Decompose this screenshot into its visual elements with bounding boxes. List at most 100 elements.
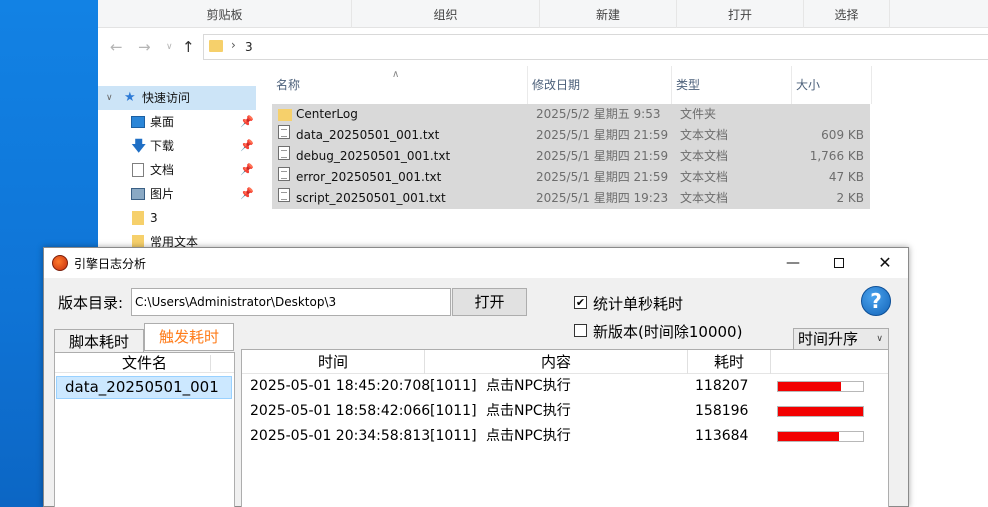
table-row[interactable]: 2025-05-01 18:58:42:066 [1011] 点击NPC执行 1… xyxy=(242,399,888,424)
desktop-icon xyxy=(131,116,145,128)
back-arrow-icon[interactable]: ← xyxy=(110,38,123,56)
ribbon-clipboard-label: 剪贴板 xyxy=(98,0,352,28)
nav-quick-access[interactable]: ∨ ★ 快速访问 xyxy=(98,86,256,110)
up-arrow-icon[interactable]: ↑ xyxy=(182,38,195,56)
log-content: 点击NPC执行 xyxy=(486,428,571,444)
maximize-icon xyxy=(834,258,844,268)
file-name: error_20250501_001.txt xyxy=(296,170,442,184)
file-row[interactable]: error_20250501_001.txt 2025/5/1 星期四 21:5… xyxy=(272,167,870,188)
nav-item-label: 文档 xyxy=(150,163,175,177)
nav-item-documents[interactable]: 文档 📌 xyxy=(98,158,256,182)
column-header-date[interactable]: 修改日期 xyxy=(528,66,672,104)
forward-arrow-icon[interactable]: → xyxy=(138,38,151,56)
window-title: 引擎日志分析 xyxy=(74,257,147,271)
cost-bar xyxy=(777,431,864,442)
breadcrumb-current-folder[interactable]: 3 xyxy=(245,40,253,54)
log-id: [1011] xyxy=(430,428,477,444)
log-table: 时间 内容 耗时 2025-05-01 18:45:20:708 [1011] … xyxy=(241,349,889,507)
file-name-header-label: 文件名 xyxy=(121,354,167,372)
file-name: debug_20250501_001.txt xyxy=(296,149,451,163)
app-logo-icon xyxy=(52,255,68,271)
download-icon: 🡇 xyxy=(131,137,147,155)
nav-item-desktop[interactable]: 桌面 📌 xyxy=(98,110,256,134)
table-row[interactable]: 2025-05-01 18:45:20:708 [1011] 点击NPC执行 1… xyxy=(242,374,888,399)
tab-trigger-cost[interactable]: 触发耗时 xyxy=(144,323,234,351)
checkbox-unchecked-icon[interactable] xyxy=(574,324,587,337)
file-date: 2025/5/1 星期四 21:59 xyxy=(536,149,669,163)
column-header-size[interactable]: 大小 xyxy=(792,66,872,104)
file-row[interactable]: debug_20250501_001.txt 2025/5/1 星期四 21:5… xyxy=(272,146,870,167)
file-type: 文本文档 xyxy=(680,191,729,205)
maximize-button[interactable] xyxy=(816,248,862,278)
log-cost: 118207 xyxy=(695,378,749,394)
log-content: 点击NPC执行 xyxy=(486,403,571,419)
list-item[interactable]: data_20250501_001 xyxy=(56,376,232,399)
table-row[interactable]: 2025-05-01 20:34:58:813 [1011] 点击NPC执行 1… xyxy=(242,424,888,449)
pin-icon: 📌 xyxy=(240,187,254,200)
log-time: 2025-05-01 18:45:20:708 xyxy=(250,378,431,394)
title-bar[interactable]: 引擎日志分析 — ✕ xyxy=(44,248,908,278)
log-id: [1011] xyxy=(430,378,477,394)
file-name-list: 文件名 data_20250501_001 xyxy=(54,352,235,507)
file-date: 2025/5/2 星期五 9:53 xyxy=(536,107,661,121)
file-name: data_20250501_001.txt xyxy=(296,128,440,142)
nav-item-label: 桌面 xyxy=(150,115,175,129)
text-file-icon xyxy=(278,146,290,160)
file-size: 609 KB xyxy=(821,128,864,142)
log-time: 2025-05-01 18:58:42:066 xyxy=(250,403,431,419)
log-content: 点击NPC执行 xyxy=(486,378,571,394)
address-bar[interactable]: › 3 xyxy=(203,34,988,60)
file-row[interactable]: data_20250501_001.txt 2025/5/1 星期四 21:59… xyxy=(272,125,870,146)
file-name-column-header[interactable]: 文件名 xyxy=(55,353,234,373)
cost-bar-fill xyxy=(778,407,863,416)
expand-chevron-icon[interactable]: ∨ xyxy=(106,86,113,110)
column-header-content[interactable]: 内容 xyxy=(425,350,688,374)
nav-item-pictures[interactable]: 图片 📌 xyxy=(98,182,256,206)
minimize-button[interactable]: — xyxy=(770,248,816,278)
cost-bar xyxy=(777,406,864,417)
sort-ascending-icon: ∧ xyxy=(392,69,400,80)
checkbox-checked-icon[interactable]: ✔ xyxy=(574,296,587,309)
cost-bar-fill xyxy=(778,432,839,441)
file-row[interactable]: CenterLog 2025/5/2 星期五 9:53 文件夹 xyxy=(272,104,870,125)
close-button[interactable]: ✕ xyxy=(862,248,908,278)
nav-item-downloads[interactable]: 🡇 下载 📌 xyxy=(98,134,256,158)
picture-icon xyxy=(131,188,145,200)
nav-item-folder-3[interactable]: 3 xyxy=(98,206,256,230)
column-header-time[interactable]: 时间 xyxy=(242,350,425,374)
help-button[interactable]: ? xyxy=(861,286,891,316)
ribbon-organize-label: 组织 xyxy=(352,0,540,28)
cost-bar xyxy=(777,381,864,392)
file-name: CenterLog xyxy=(296,107,358,121)
file-type: 文本文档 xyxy=(680,128,729,142)
version-dir-label: 版本目录: xyxy=(58,294,124,312)
column-header-type[interactable]: 类型 xyxy=(672,66,792,104)
address-row: ← → ∨ ↑ › 3 xyxy=(98,28,988,66)
file-list-header: 名称 ∧ 修改日期 类型 大小 xyxy=(272,66,988,104)
folder-icon xyxy=(132,211,144,225)
breadcrumb-chevron-icon[interactable]: › xyxy=(231,38,236,52)
column-header-cost[interactable]: 耗时 xyxy=(688,350,771,374)
ribbon-open-label: 打开 xyxy=(677,0,804,28)
log-cost: 113684 xyxy=(695,428,749,444)
column-header-name[interactable]: 名称 ∧ xyxy=(272,66,528,104)
log-analyzer-window: 引擎日志分析 — ✕ 版本目录: 打开 ✔ 统计单秒耗时 新版本(时间除1000… xyxy=(43,247,909,507)
ribbon-new-label: 新建 xyxy=(540,0,677,28)
text-file-icon xyxy=(278,167,290,181)
nav-item-label: 下载 xyxy=(150,139,175,153)
file-date: 2025/5/1 星期四 21:59 xyxy=(536,128,669,142)
star-icon: ★ xyxy=(124,90,136,105)
open-button[interactable]: 打开 xyxy=(452,288,527,316)
recent-locations-chevron-icon[interactable]: ∨ xyxy=(166,42,173,52)
folder-icon xyxy=(209,40,223,52)
document-icon xyxy=(132,163,144,177)
nav-item-label: 3 xyxy=(150,211,158,225)
nav-item-label: 图片 xyxy=(150,187,175,201)
file-row[interactable]: script_20250501_001.txt 2025/5/1 星期四 19:… xyxy=(272,188,870,209)
log-id: [1011] xyxy=(430,403,477,419)
version-dir-input[interactable] xyxy=(131,288,451,316)
folder-icon xyxy=(278,109,292,121)
sort-order-select[interactable]: 时间升序 ∨ xyxy=(793,328,889,351)
text-file-icon xyxy=(278,125,290,139)
column-header-name-label: 名称 xyxy=(276,78,301,92)
